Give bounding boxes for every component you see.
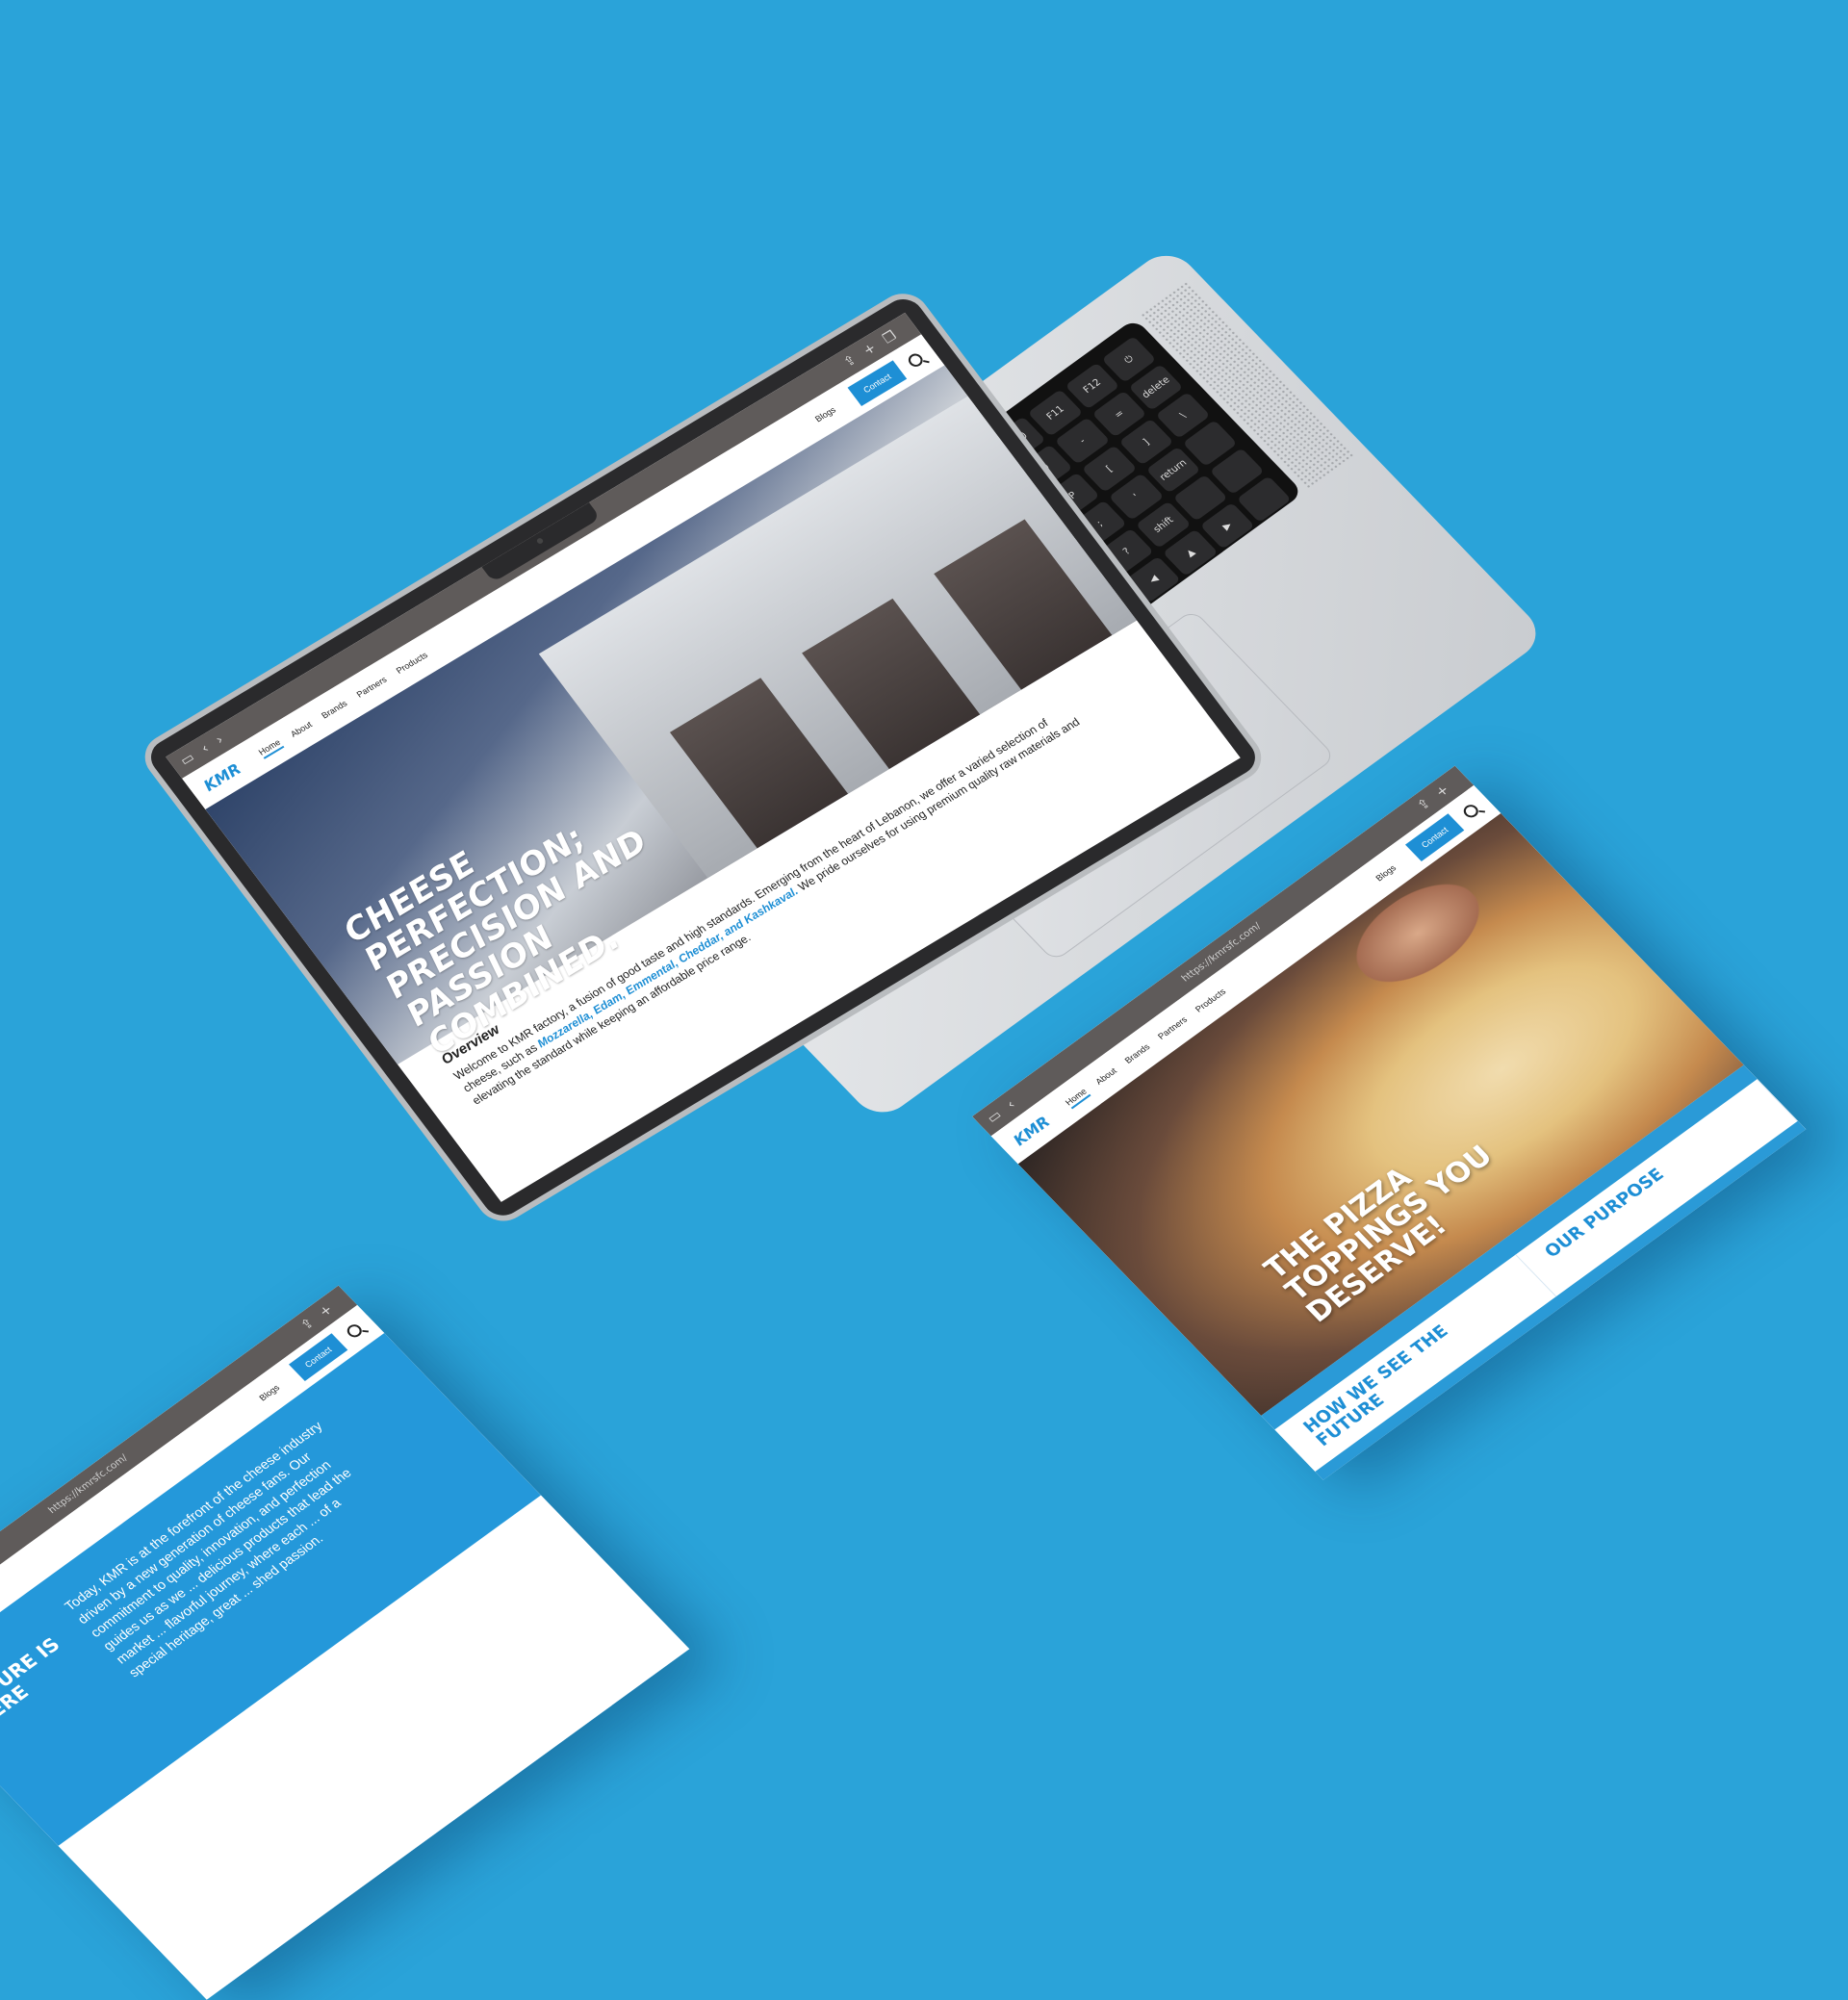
back-icon[interactable]: ‹ [1004, 1097, 1019, 1112]
mockup-scene: escF1F2F3F4F5F6F7F8F9F10F11F12⏻~12345678… [0, 0, 1848, 2000]
factory-door [669, 678, 849, 849]
back-icon[interactable]: ‹ [198, 741, 212, 756]
nav-blogs[interactable]: Blogs [257, 1383, 281, 1402]
nav-about[interactable]: About [1093, 1066, 1118, 1087]
tabs-icon[interactable]: ❐ [880, 328, 899, 346]
new-tab-icon[interactable]: + [317, 1302, 337, 1321]
nav-about[interactable]: About [289, 720, 314, 739]
sidebar-icon[interactable]: ▭ [984, 1108, 1005, 1126]
sidebar-icon[interactable]: ▭ [177, 750, 197, 769]
forward-icon[interactable]: › [213, 732, 226, 748]
nav-blogs[interactable]: Blogs [1373, 863, 1398, 883]
future-browser-window: https://kmrsfc.com/ ⇪ + Blogs Contact TH… [0, 1285, 690, 2000]
nav-home[interactable]: Home [256, 736, 284, 759]
factory-door [802, 598, 981, 769]
nav-home[interactable]: Home [1063, 1086, 1091, 1110]
new-tab-icon[interactable]: + [1433, 782, 1453, 801]
nav-brands[interactable]: Brands [320, 699, 349, 721]
nav-products[interactable]: Products [395, 650, 430, 675]
nav-brands[interactable]: Brands [1123, 1042, 1152, 1065]
nav-blogs[interactable]: Blogs [813, 405, 837, 424]
factory-door [934, 519, 1113, 690]
search-icon[interactable] [344, 1321, 365, 1340]
nav-products[interactable]: Products [1194, 987, 1228, 1013]
search-icon[interactable] [906, 350, 926, 370]
future-window: https://kmrsfc.com/ ⇪ + Blogs Contact TH… [0, 1285, 690, 2000]
search-icon[interactable] [1460, 802, 1481, 820]
nav-partners[interactable]: Partners [355, 675, 389, 700]
nav-partners[interactable]: Partners [1156, 1014, 1190, 1040]
new-tab-icon[interactable]: + [860, 341, 880, 359]
